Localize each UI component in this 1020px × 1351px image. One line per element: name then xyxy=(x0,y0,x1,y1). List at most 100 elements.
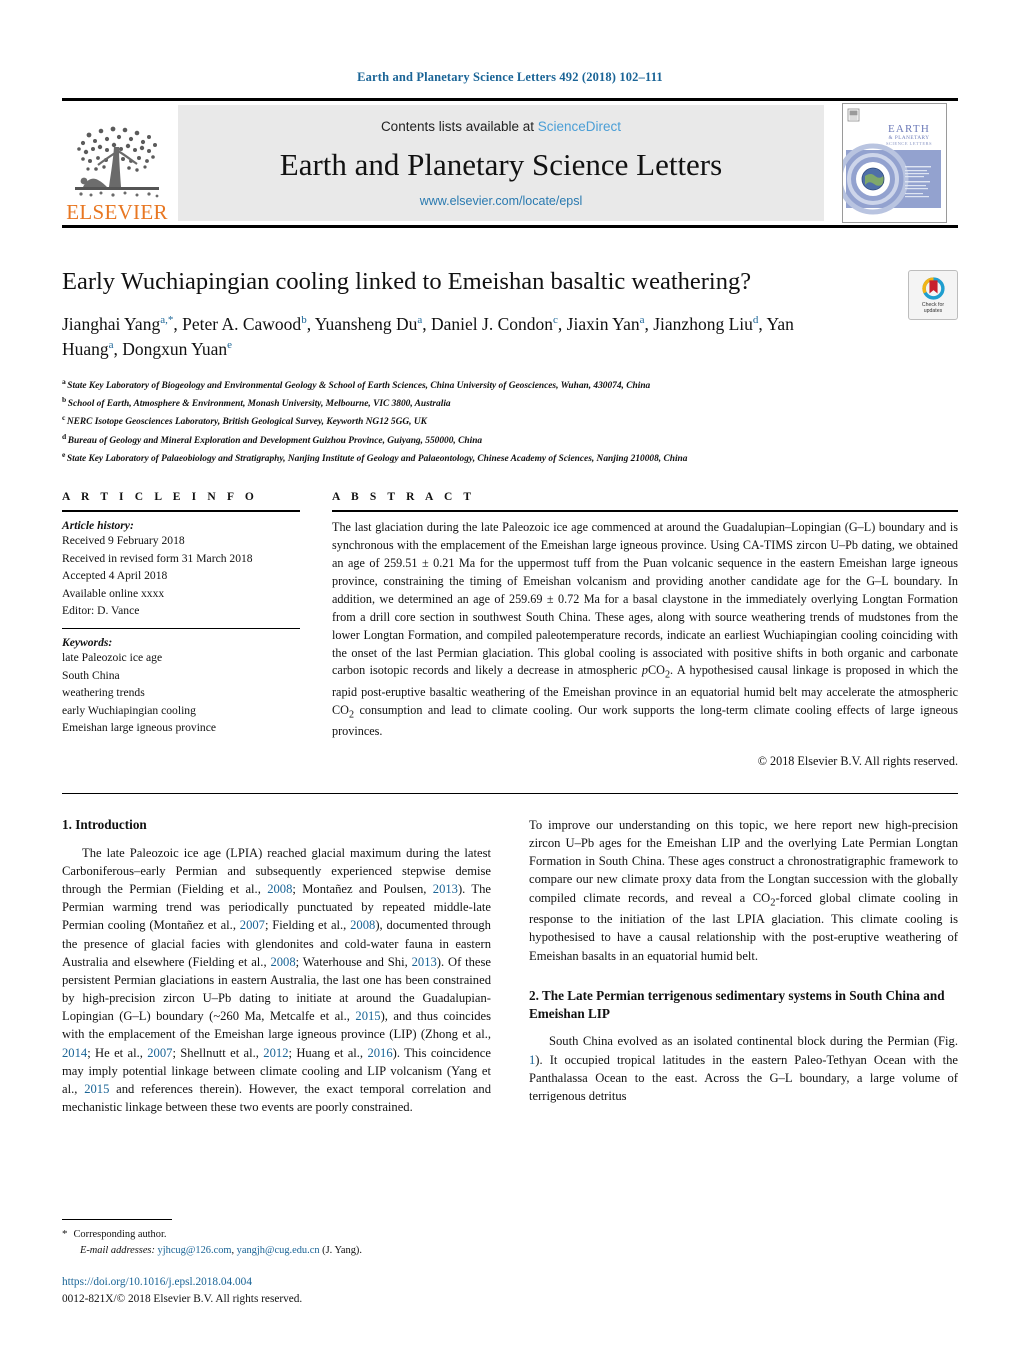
paragraph-intro-1: The late Paleozoic ice age (LPIA) reache… xyxy=(62,845,491,1115)
copyright-line: © 2018 Elsevier B.V. All rights reserved… xyxy=(757,753,958,768)
section-heading-late-permian: 2. The Late Permian terrigenous sediment… xyxy=(529,987,945,1021)
keywords-heading: Keywords: xyxy=(62,636,113,650)
author-affiliation-mark: a,* xyxy=(160,314,174,327)
author-name: Yuansheng Du xyxy=(314,313,418,334)
affiliation-text: State Key Laboratory of Palaeobiology an… xyxy=(66,454,688,465)
author: Yuansheng Dua xyxy=(315,314,422,334)
svg-text:SCIENCE LETTERS: SCIENCE LETTERS xyxy=(886,141,932,146)
divider xyxy=(62,792,958,794)
issn-copyright-line: 0012-821X/© 2018 Elsevier B.V. All right… xyxy=(62,1292,303,1305)
crossmark-badge[interactable]: Check for updates xyxy=(908,270,958,320)
affiliation-mark: a xyxy=(62,376,66,386)
email-label: E-mail addresses: xyxy=(80,1244,155,1256)
footnote-block: * Corresponding author. E-mail addresses:… xyxy=(62,1219,483,1307)
author-sep: , xyxy=(644,313,654,334)
divider xyxy=(62,510,300,513)
cover-frame: EARTH & PLANETARY SCIENCE LETTERS xyxy=(841,103,947,223)
affiliation-text: NERC Isotope Geosciences Laboratory, Bri… xyxy=(66,417,427,428)
journal-title: Earth and Planetary Science Letters xyxy=(279,146,723,182)
article-info-heading: A R T I C L E I N F O xyxy=(62,491,258,504)
elsevier-tree-icon xyxy=(75,126,159,198)
journal-cover-thumbnail: EARTH & PLANETARY SCIENCE LETTERS xyxy=(830,101,958,225)
email-link-2[interactable]: yangjh@cug.edu.cn xyxy=(237,1245,320,1256)
elsevier-wordmark: ELSEVIER xyxy=(66,200,168,224)
author-sep: , xyxy=(422,313,431,334)
affiliation-item: c NERC Isotope Geosciences Laboratory, Br… xyxy=(62,412,958,430)
affiliation-text: State Key Laboratory of Biogeology and E… xyxy=(67,380,651,391)
author-name: Jiaxin Yan xyxy=(566,313,640,334)
abstract-heading: A B S T R A C T xyxy=(332,491,476,504)
email-note: E-mail addresses: yjhcug@126.com, yangjh… xyxy=(62,1243,483,1259)
affiliation-item: b School of Earth, Atmosphere & Environme… xyxy=(62,394,958,412)
affiliation-mark: e xyxy=(62,450,66,460)
author: Jianghai Yanga,* xyxy=(62,314,173,334)
journal-homepage-link[interactable]: www.elsevier.com/locate/epsl xyxy=(420,194,583,208)
elsevier-logo: ELSEVIER xyxy=(62,101,172,225)
section-heading-introduction: 1. Introduction xyxy=(62,816,147,832)
abstract-column: A B S T R A C T The last glaciation duri… xyxy=(332,491,958,768)
keyword-item: weathering trends xyxy=(62,686,145,700)
author-sep: , xyxy=(173,313,183,334)
article-history-item: Accepted 4 April 2018 xyxy=(62,569,168,583)
author-affiliation-mark: e xyxy=(227,338,233,351)
author-name: Peter A. Cawood xyxy=(182,313,302,334)
author-sep: , xyxy=(113,338,123,359)
author: Jianzhong Liud xyxy=(653,314,758,334)
email-attribution: (J. Yang). xyxy=(322,1244,362,1256)
affiliation-mark: c xyxy=(62,413,66,423)
article-history-heading: Article history: xyxy=(62,519,134,533)
affiliation-item: d Bureau of Geology and Mineral Explorati… xyxy=(62,431,958,449)
body-column-right: To improve our understanding on this top… xyxy=(529,816,958,1117)
email-link-1[interactable]: yjhcug@126.com xyxy=(158,1245,232,1256)
affiliation-mark: b xyxy=(62,394,67,404)
sciencedirect-link[interactable]: ScienceDirect xyxy=(538,119,621,134)
corresponding-author-note: * Corresponding author. xyxy=(62,1226,483,1243)
title-block: Early Wuchiapingian cooling linked to Em… xyxy=(62,268,958,362)
body-columns: 1. Introduction The late Paleozoic ice a… xyxy=(62,816,958,1117)
article-info-column: A R T I C L E I N F O Article history: R… xyxy=(62,491,300,768)
crossmark-label-line1: Check for xyxy=(921,301,945,308)
article-history-item: Received in revised form 31 March 2018 xyxy=(62,551,253,565)
crossmark-icon xyxy=(921,277,945,300)
body-column-left: 1. Introduction The late Paleozoic ice a… xyxy=(62,816,491,1117)
author-sep: , xyxy=(557,313,567,334)
corresponding-author-text: Corresponding author. xyxy=(73,1229,167,1241)
affiliation-text: School of Earth, Atmosphere & Environmen… xyxy=(67,399,451,410)
doi-link[interactable]: https://doi.org/10.1016/j.epsl.2018.04.0… xyxy=(62,1274,483,1290)
author-name: Jianzhong Liu xyxy=(653,313,753,334)
crossmark-label: Check for updates xyxy=(922,302,944,315)
keyword-item: South China xyxy=(62,668,120,682)
keyword-item: Emeishan large igneous province xyxy=(62,720,217,734)
page-title: Early Wuchiapingian cooling linked to Em… xyxy=(62,268,752,295)
article-first-page: Earth and Planetary Science Letters 492 … xyxy=(0,0,1020,1351)
doi-block: https://doi.org/10.1016/j.epsl.2018.04.0… xyxy=(62,1274,483,1307)
affiliation-item: e State Key Laboratory of Palaeobiology a… xyxy=(62,449,958,467)
article-history-item: Received 9 February 2018 xyxy=(62,534,185,548)
author-list: Jianghai Yanga,*, Peter A. Cawoodb, Yuan… xyxy=(62,312,808,362)
author-name: Daniel J. Condon xyxy=(431,313,554,334)
affiliation-list: a State Key Laboratory of Biogeology and … xyxy=(62,376,958,468)
author: Daniel J. Condonc xyxy=(431,314,558,334)
divider xyxy=(332,510,958,513)
affiliation-mark: d xyxy=(62,431,67,441)
author: Dongxun Yuane xyxy=(122,339,232,359)
svg-text:EARTH: EARTH xyxy=(887,123,929,135)
masthead-center: Contents lists available at ScienceDirec… xyxy=(178,105,824,221)
contents-prefix: Contents lists available at xyxy=(380,119,538,134)
article-history-item: Available online xxxx xyxy=(62,586,165,600)
author-sep: , xyxy=(306,313,315,334)
author-name: Jianghai Yang xyxy=(62,313,161,334)
author: Jiaxin Yana xyxy=(567,314,645,334)
cover-artwork: EARTH & PLANETARY SCIENCE LETTERS xyxy=(842,104,944,220)
crossmark-label-line2: updates xyxy=(923,308,943,314)
article-history-item: Editor: D. Vance xyxy=(62,603,140,617)
paragraph-intro-1-cont: To improve our understanding on this top… xyxy=(529,817,958,963)
author: Peter A. Cawoodb xyxy=(182,314,307,334)
keyword-item: late Paleozoic ice age xyxy=(62,651,163,665)
journal-masthead: ELSEVIER Contents lists available at Sci… xyxy=(62,98,958,228)
author-name: Dongxun Yuan xyxy=(122,338,228,359)
running-head: Earth and Planetary Science Letters 492 … xyxy=(357,70,663,84)
footnote-divider xyxy=(62,1219,172,1221)
contents-available-line: Contents lists available at ScienceDirec… xyxy=(381,119,621,134)
paragraph-section2-1: South China evolved as an isolated conti… xyxy=(529,1034,958,1103)
